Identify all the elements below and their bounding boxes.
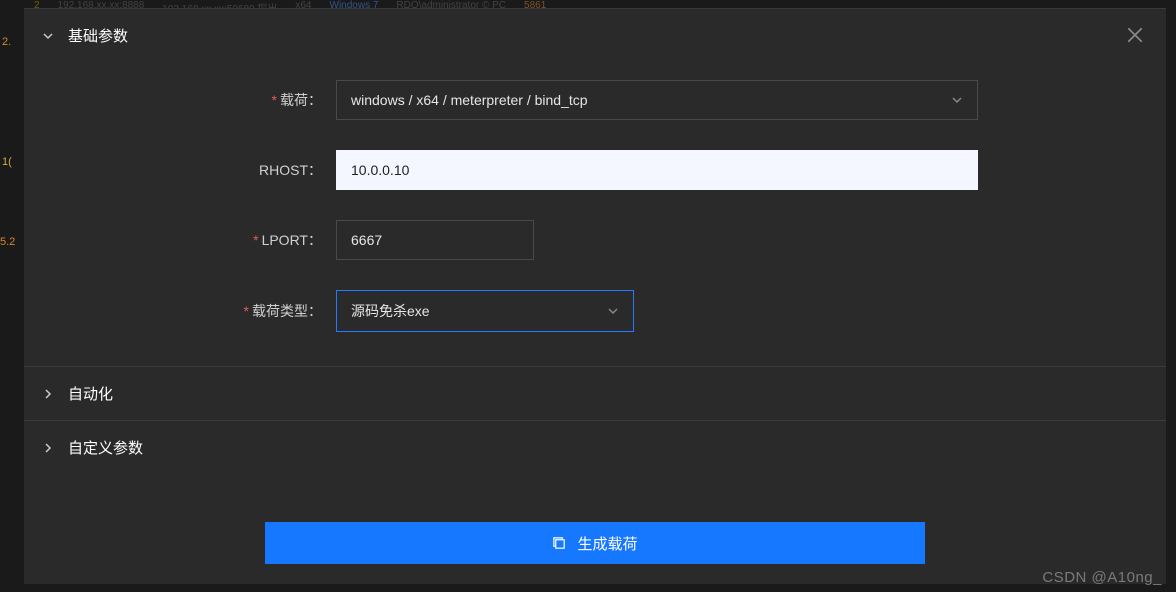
copy-icon	[552, 536, 567, 551]
required-icon: *	[272, 92, 277, 108]
watermark: CSDN @A10ng_	[1042, 569, 1162, 586]
chevron-down-icon	[607, 305, 619, 317]
background-row: 2 192.168.xx.xx:8888 192.168.xx.xx:50689…	[0, 0, 1176, 8]
payload-select[interactable]: windows / x64 / meterpreter / bind_tcp	[336, 80, 978, 120]
chevron-down-icon	[42, 30, 54, 42]
section-custom-header[interactable]: 自定义参数	[24, 420, 1166, 474]
section-basic-header[interactable]: 基础参数	[24, 8, 1166, 62]
required-icon: *	[253, 232, 258, 248]
left-edge-text-c: 5.2	[0, 236, 15, 248]
row-rhost: RHOST：	[56, 150, 1134, 190]
section-custom-title: 自定义参数	[68, 437, 143, 458]
chevron-right-icon	[42, 442, 54, 454]
config-panel: 基础参数 *载荷： windows / x64 / meterpreter / …	[24, 8, 1166, 584]
row-payload-type: *载荷类型： 源码免杀exe	[56, 290, 1134, 332]
chevron-right-icon	[42, 388, 54, 400]
close-button[interactable]	[1126, 26, 1144, 44]
row-lport: *LPORT：	[56, 220, 1134, 260]
chevron-down-icon	[951, 94, 963, 106]
generate-button[interactable]: 生成载荷	[265, 522, 925, 564]
basic-form: *载荷： windows / x64 / meterpreter / bind_…	[24, 62, 1166, 366]
lport-label: *LPORT：	[56, 230, 336, 250]
generate-button-label: 生成载荷	[577, 533, 637, 554]
left-edge-text-b: 1(	[2, 156, 12, 168]
payload-type-select[interactable]: 源码免杀exe	[336, 290, 634, 332]
left-edge-text-a: 2.	[2, 36, 11, 48]
close-icon	[1126, 26, 1144, 44]
row-payload: *载荷： windows / x64 / meterpreter / bind_…	[56, 80, 1134, 120]
section-basic-title: 基础参数	[68, 25, 128, 46]
required-icon: *	[244, 303, 249, 319]
lport-input[interactable]	[336, 220, 534, 260]
payload-label: *载荷：	[56, 90, 336, 110]
rhost-label: RHOST：	[56, 160, 336, 180]
payload-type-label: *载荷类型：	[56, 301, 336, 321]
footer: 生成载荷	[24, 522, 1166, 564]
rhost-input[interactable]	[336, 150, 978, 190]
payload-type-select-value: 源码免杀exe	[351, 301, 430, 321]
section-automation-header[interactable]: 自动化	[24, 366, 1166, 420]
payload-select-value: windows / x64 / meterpreter / bind_tcp	[351, 92, 588, 108]
section-automation-title: 自动化	[68, 383, 113, 404]
